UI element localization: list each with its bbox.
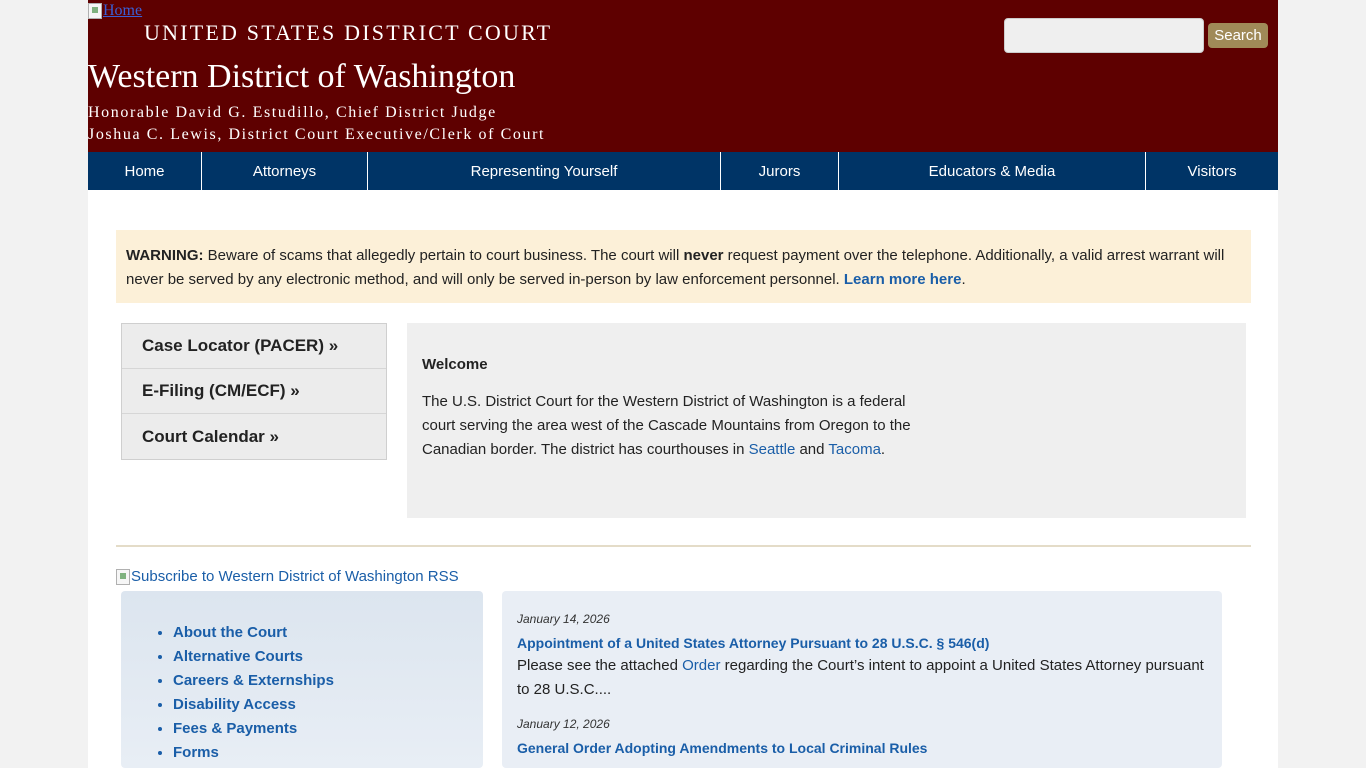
news-panel: January 14, 2026 Appointment of a United… (502, 591, 1222, 768)
welcome-trailing: . (880, 441, 886, 458)
sidebar-link-fees[interactable]: Fees & Payments (173, 720, 297, 737)
welcome-title: Welcome (422, 356, 488, 373)
court-name: UNITED STATES DISTRICT COURT (144, 20, 553, 45)
welcome-panel: Welcome The U.S. District Court for the … (407, 323, 1246, 518)
order-link[interactable]: Order (682, 657, 720, 674)
sidebar-item-disability[interactable]: Disability Access (173, 693, 483, 717)
quick-link-case-locator[interactable]: Case Locator (PACER) » (122, 324, 386, 369)
sidebar-link-about[interactable]: About the Court (173, 624, 287, 641)
broken-image-icon (116, 568, 130, 585)
nav-item-representing-yourself[interactable]: Representing Yourself (368, 152, 721, 190)
nav-item-jurors[interactable]: Jurors (721, 152, 839, 190)
sidebar-link-alternative-courts[interactable]: Alternative Courts (173, 648, 303, 665)
news-date: January 14, 2026 (517, 612, 610, 626)
sidebar-item-about[interactable]: About the Court (173, 621, 483, 645)
welcome-text: The U.S. District Court for the Western … (422, 390, 922, 462)
search-input[interactable] (1004, 18, 1204, 53)
clerk-line: Joshua C. Lewis, District Court Executiv… (88, 126, 546, 143)
site-header: Home UNITED STATES DISTRICT COURT Wester… (88, 0, 1278, 152)
news-title-link[interactable]: General Order Adopting Amendments to Loc… (517, 740, 927, 756)
sidebar-links-box: About the Court Alternative Courts Caree… (121, 591, 483, 768)
warning-text-part1: Beware of scams that allegedly pertain t… (203, 247, 684, 264)
rss-alt-text: Subscribe to Western District of Washing… (131, 568, 459, 585)
sidebar-item-careers[interactable]: Careers & Externships (173, 669, 483, 693)
news-date: January 12, 2026 (517, 717, 610, 731)
search-button[interactable]: Search (1208, 23, 1268, 48)
sidebar-item-fees[interactable]: Fees & Payments (173, 717, 483, 741)
home-logo-link[interactable]: Home (88, 2, 142, 20)
chief-judge-line: Honorable David G. Estudillo, Chief Dist… (88, 104, 497, 121)
news-body: Please see the attached Order regarding … (517, 654, 1207, 702)
quick-link-court-calendar[interactable]: Court Calendar » (122, 414, 386, 459)
main-nav: Home Attorneys Representing Yourself Jur… (88, 152, 1278, 190)
warning-trailing: . (961, 271, 966, 288)
welcome-text-and: and (795, 441, 829, 458)
news-body-part1: Please see the attached (517, 657, 683, 674)
quick-links-box: Case Locator (PACER) » E-Filing (CM/ECF)… (121, 323, 387, 460)
broken-image-icon (88, 3, 102, 19)
sidebar-link-careers[interactable]: Careers & Externships (173, 672, 334, 689)
scam-warning-banner: WARNING: Beware of scams that allegedly … (116, 230, 1251, 303)
seattle-link[interactable]: Seattle (749, 441, 796, 458)
news-item: January 12, 2026 General Order Adopting … (517, 716, 1207, 759)
nav-item-educators-media[interactable]: Educators & Media (839, 152, 1146, 190)
section-divider (116, 545, 1251, 547)
warning-label: WARNING: (126, 247, 204, 264)
nav-item-attorneys[interactable]: Attorneys (202, 152, 368, 190)
learn-more-link[interactable]: Learn more here (844, 271, 962, 288)
sidebar-link-forms[interactable]: Forms (173, 744, 219, 761)
news-item: January 14, 2026 Appointment of a United… (517, 611, 1207, 702)
sidebar-link-disability[interactable]: Disability Access (173, 696, 296, 713)
nav-item-home[interactable]: Home (88, 152, 202, 190)
nav-item-visitors[interactable]: Visitors (1146, 152, 1278, 190)
quick-link-e-filing[interactable]: E-Filing (CM/ECF) » (122, 369, 386, 414)
district-name: Western District of Washington (88, 58, 516, 95)
sidebar-links-list: About the Court Alternative Courts Caree… (173, 621, 483, 765)
page-container: Home UNITED STATES DISTRICT COURT Wester… (88, 0, 1278, 768)
warning-emphasis: never (683, 247, 724, 264)
sidebar-item-alternative-courts[interactable]: Alternative Courts (173, 645, 483, 669)
news-title-link[interactable]: Appointment of a United States Attorney … (517, 635, 989, 651)
home-logo-alt-text: Home (103, 2, 143, 19)
tacoma-link[interactable]: Tacoma (828, 441, 881, 458)
sidebar-item-forms[interactable]: Forms (173, 741, 483, 765)
rss-subscribe-link[interactable]: Subscribe to Western District of Washing… (116, 568, 459, 585)
